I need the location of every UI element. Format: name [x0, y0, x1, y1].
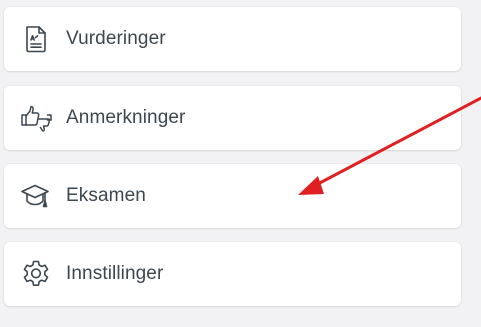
graduation-cap-icon [20, 180, 52, 212]
menu-item-anmerkninger[interactable]: Anmerkninger [4, 86, 461, 150]
thumbs-up-down-icon [20, 102, 52, 134]
assessment-document-icon [20, 23, 52, 55]
menu-item-label: Innstillinger [66, 263, 164, 284]
menu-item-innstillinger[interactable]: Innstillinger [4, 242, 461, 306]
menu-item-label: Anmerkninger [66, 107, 186, 128]
menu-item-eksamen[interactable]: Eksamen [4, 164, 461, 228]
gear-icon [20, 258, 52, 290]
menu-item-label: Vurderinger [66, 28, 166, 49]
menu-item-vurderinger[interactable]: Vurderinger [4, 7, 461, 71]
menu-item-label: Eksamen [66, 185, 146, 206]
